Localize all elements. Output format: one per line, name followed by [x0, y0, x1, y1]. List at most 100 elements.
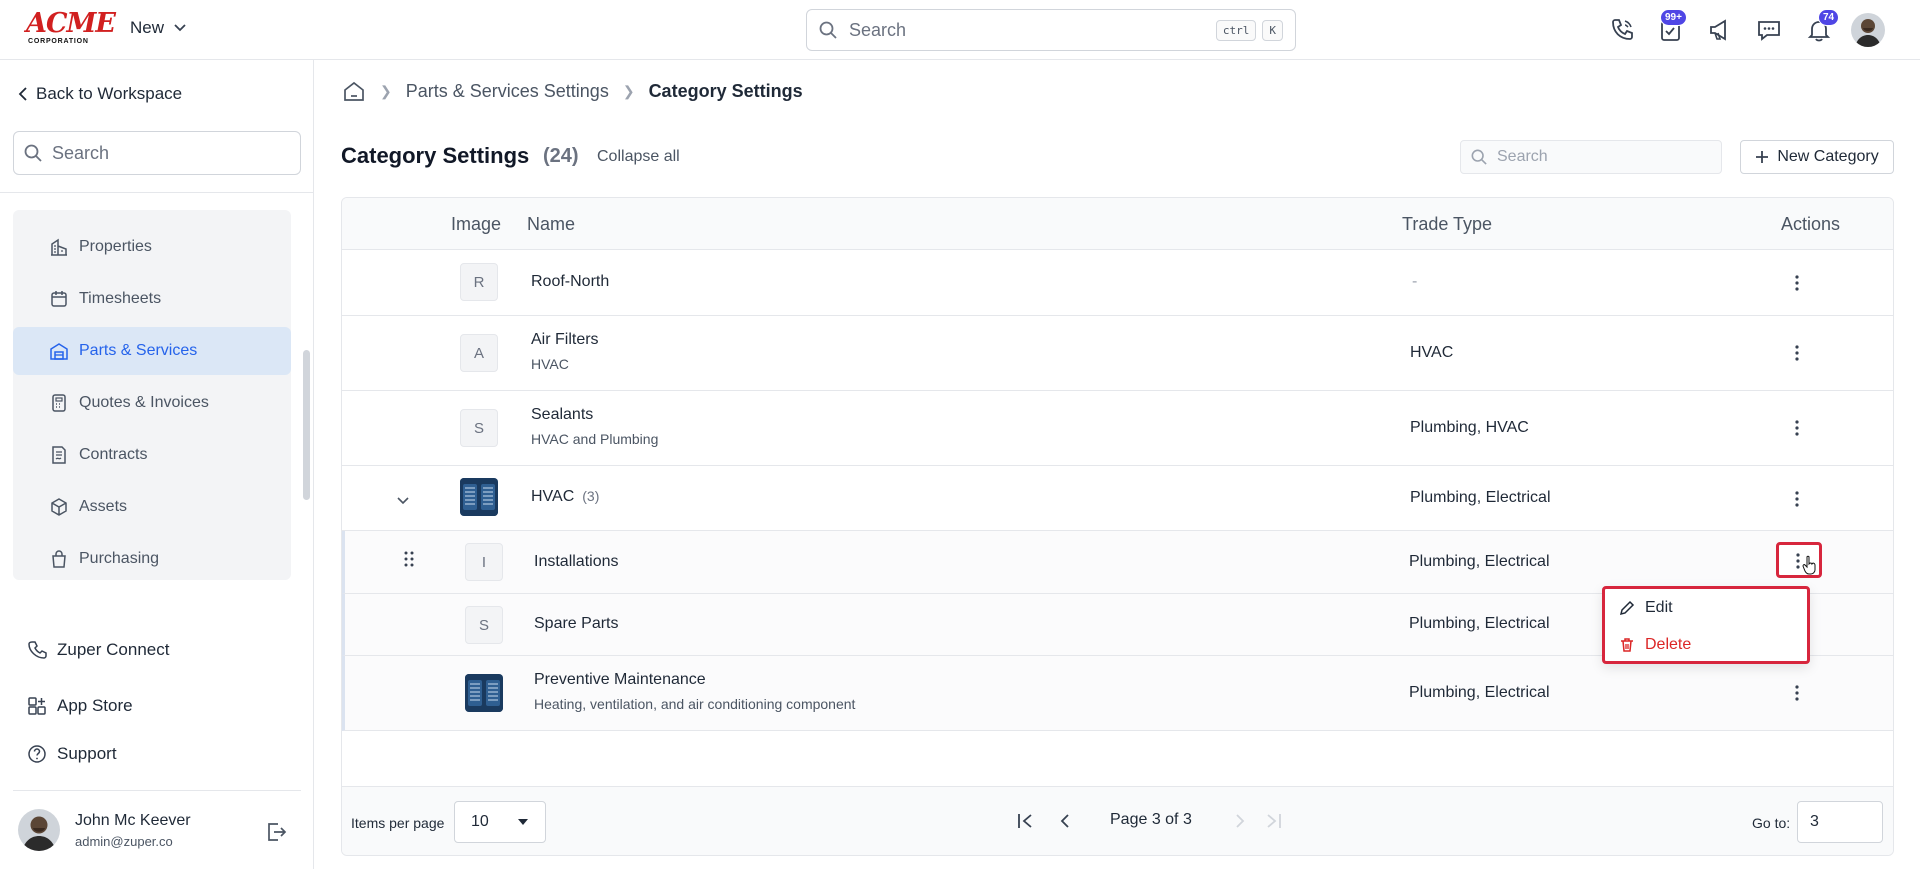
- sidebar-link-zuper-connect[interactable]: Zuper Connect: [27, 640, 169, 660]
- category-name: Preventive Maintenance: [534, 671, 706, 688]
- sidebar-item-contracts[interactable]: Contracts: [13, 431, 291, 479]
- subcategory-count: (3): [582, 488, 600, 504]
- app-store-icon: [27, 696, 47, 716]
- back-to-workspace-link[interactable]: Back to Workspace: [18, 84, 182, 104]
- sidebar-item-label: Properties: [79, 238, 152, 255]
- table-header: Image Name Trade Type Actions: [342, 198, 1893, 250]
- row-actions-menu-icon[interactable]: [1787, 340, 1807, 366]
- megaphone-icon[interactable]: [1706, 16, 1734, 44]
- sidebar-item-timesheets[interactable]: Timesheets: [13, 275, 291, 323]
- next-page-button[interactable]: [1228, 809, 1252, 833]
- help-icon: [27, 744, 47, 764]
- table-row[interactable]: S Sealants HVAC and Plumbing Plumbing, H…: [342, 391, 1893, 466]
- logo-subtext: CORPORATION: [28, 38, 89, 45]
- trade-type: Plumbing, Electrical: [1409, 684, 1550, 701]
- table-row[interactable]: HVAC (3) Plumbing, Electrical: [342, 466, 1893, 531]
- breadcrumb-parts-services-settings[interactable]: Parts & Services Settings: [406, 81, 609, 102]
- box-icon: [49, 497, 69, 517]
- new-category-button[interactable]: New Category: [1740, 140, 1894, 174]
- sidebar-scrollbar[interactable]: [303, 350, 310, 500]
- category-name: Sealants: [531, 406, 594, 423]
- last-page-button[interactable]: [1261, 809, 1285, 833]
- tasks-badge: 99+: [1660, 9, 1687, 26]
- category-thumbnail: R: [460, 263, 498, 301]
- acme-logo[interactable]: ACME CORPORATION: [26, 8, 116, 46]
- sidebar-item-assets[interactable]: Assets: [13, 483, 291, 531]
- sidebar-search-input[interactable]: Search: [13, 131, 301, 175]
- menu-delete[interactable]: Delete: [1619, 636, 1691, 654]
- plus-icon: [1756, 151, 1769, 163]
- notifications-badge: 74: [1818, 9, 1840, 26]
- chat-icon[interactable]: [1755, 16, 1783, 44]
- table-row[interactable]: R Roof-North -: [342, 250, 1893, 316]
- goto-page-input[interactable]: [1797, 801, 1883, 843]
- row-actions-menu-icon[interactable]: [1787, 486, 1807, 512]
- previous-page-button[interactable]: [1053, 809, 1077, 833]
- table-row[interactable]: Preventive Maintenance Heating, ventilat…: [342, 656, 1893, 731]
- trade-type: -: [1412, 273, 1418, 290]
- logout-icon[interactable]: [264, 820, 288, 844]
- category-name: Spare Parts: [534, 615, 619, 632]
- drag-handle-icon[interactable]: [404, 551, 418, 573]
- user-avatar-top[interactable]: [1851, 13, 1885, 47]
- trade-type: Plumbing, HVAC: [1410, 419, 1529, 436]
- row-actions-menu-icon[interactable]: [1787, 680, 1807, 706]
- first-page-button[interactable]: [1014, 809, 1038, 833]
- category-count: (24): [543, 145, 579, 167]
- settings-nav: Properties Timesheets Parts & Services Q…: [13, 210, 291, 580]
- table-row[interactable]: I Installations Plumbing, Electrical: [342, 531, 1893, 594]
- sidebar-item-parts-services[interactable]: Parts & Services: [13, 327, 291, 375]
- calculator-icon: [49, 393, 69, 413]
- menu-edit[interactable]: Edit: [1619, 599, 1673, 617]
- sidebar-item-quotes-invoices[interactable]: Quotes & Invoices: [13, 379, 291, 427]
- chevron-left-icon: [18, 87, 27, 101]
- search-icon: [819, 21, 837, 39]
- avatar[interactable]: [18, 809, 60, 851]
- category-search-input[interactable]: Search: [1460, 140, 1722, 174]
- sidebar-link-support[interactable]: Support: [27, 744, 117, 764]
- trade-type: HVAC: [1410, 344, 1454, 361]
- home-icon[interactable]: [342, 80, 366, 102]
- back-label: Back to Workspace: [36, 84, 183, 103]
- link-label: App Store: [57, 696, 133, 715]
- new-dropdown-button[interactable]: New: [130, 18, 186, 38]
- sidebar-item-purchasing[interactable]: Purchasing: [13, 535, 291, 583]
- row-actions-menu-icon[interactable]: [1787, 270, 1807, 296]
- logo-text: ACME: [26, 8, 116, 39]
- table-row[interactable]: A Air Filters HVAC HVAC: [342, 316, 1893, 391]
- kbd-k: K: [1262, 19, 1283, 41]
- collapse-chevron-icon[interactable]: [397, 492, 409, 510]
- category-thumbnail: S: [465, 606, 503, 644]
- page-title: Category Settings: [341, 143, 530, 168]
- menu-delete-label: Delete: [1645, 636, 1692, 653]
- sidebar-item-label: Timesheets: [79, 290, 162, 307]
- category-description: HVAC and Plumbing: [531, 431, 659, 447]
- pagination-bar: Items per page 10 Page 3 of 3 Go to:: [342, 786, 1893, 855]
- global-search-input[interactable]: Search ctrl K: [806, 9, 1296, 51]
- trade-type: Plumbing, Electrical: [1409, 615, 1550, 632]
- collapse-all-button[interactable]: Collapse all: [597, 148, 680, 166]
- sidebar-item-label: Parts & Services: [79, 342, 198, 359]
- category-description: Heating, ventilation, and air conditioni…: [534, 696, 856, 712]
- items-per-page-select[interactable]: 10: [454, 801, 546, 843]
- sidebar-item-properties[interactable]: Properties: [13, 223, 291, 271]
- category-thumbnail: I: [465, 543, 503, 581]
- category-name: Air Filters: [531, 331, 599, 348]
- phone-icon[interactable]: [1608, 16, 1636, 44]
- link-label: Support: [57, 744, 117, 763]
- user-profile: John Mc Keever admin@zuper.co: [18, 809, 308, 855]
- sidebar-link-app-store[interactable]: App Store: [27, 696, 133, 716]
- sidebar-search-placeholder: Search: [52, 142, 110, 163]
- page-indicator: Page 3 of 3: [1110, 811, 1192, 828]
- building-icon: [49, 237, 69, 257]
- row-actions-menu-button-active[interactable]: [1776, 542, 1822, 578]
- category-thumbnail: S: [460, 409, 498, 447]
- kbd-ctrl: ctrl: [1215, 19, 1257, 41]
- row-actions-menu-icon[interactable]: [1787, 415, 1807, 441]
- pencil-icon: [1619, 600, 1635, 616]
- contract-icon: [49, 445, 69, 465]
- column-header-trade-type: Trade Type: [1402, 214, 1493, 234]
- sidebar: Back to Workspace Search Properties Time…: [0, 60, 314, 869]
- hand-cursor-icon: [1802, 555, 1816, 575]
- kebab-icon: [1796, 553, 1800, 569]
